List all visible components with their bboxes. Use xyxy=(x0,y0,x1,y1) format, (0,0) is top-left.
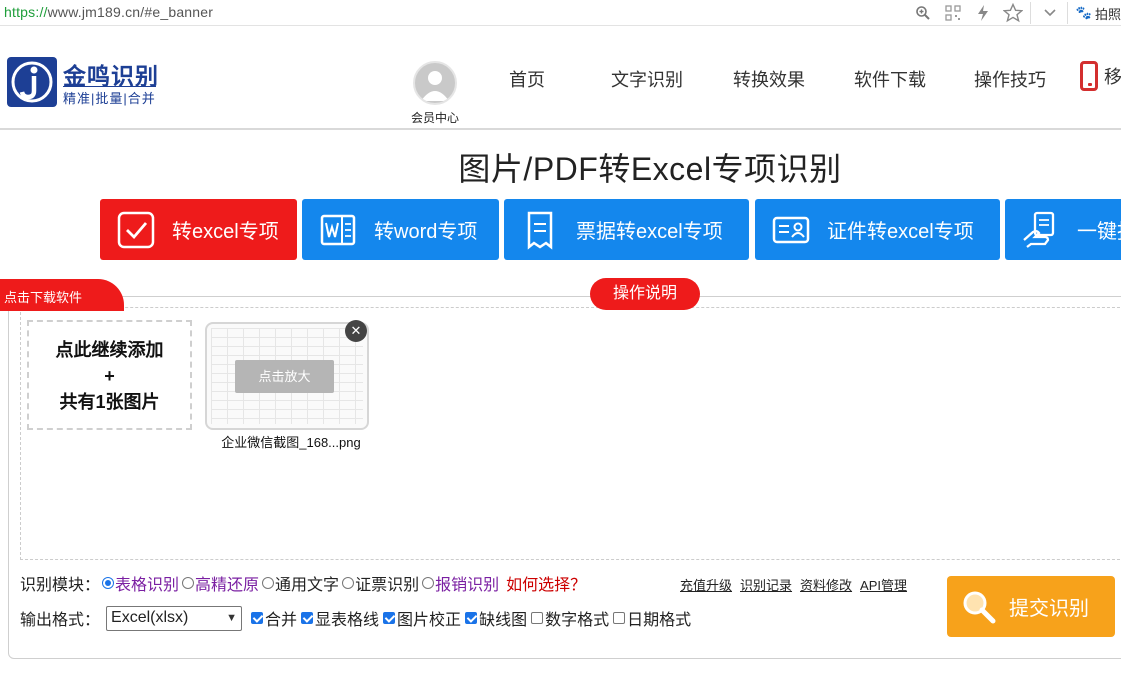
separator xyxy=(1066,2,1068,24)
separator xyxy=(1029,2,1031,24)
radio-dot xyxy=(342,577,355,589)
download-software-tab[interactable]: 点击下载软件 xyxy=(0,279,124,311)
radio-dot xyxy=(102,577,115,589)
nav-software-download[interactable]: 软件下载 xyxy=(854,66,926,92)
checkbox-number-format[interactable]: 数字格式 xyxy=(531,606,609,630)
add-more-images-button[interactable]: 点此继续添加 + 共有1张图片 xyxy=(27,320,192,430)
tab-label: 证件转excel专项 xyxy=(827,221,974,243)
radio-dot xyxy=(422,577,435,589)
how-to-choose-link[interactable]: 如何选择？ xyxy=(506,571,586,595)
image-count: 共有1张图片 xyxy=(59,392,160,412)
module-options: 识别模块： 表格识别 高精还原 通用文字 证票识别 报销识别 如何选择？ xyxy=(20,571,586,595)
logo-mark-icon xyxy=(7,57,57,107)
zoom-in-button[interactable]: 点击放大 xyxy=(235,360,334,393)
paw-icon: 🐾 xyxy=(1075,5,1092,20)
url-text[interactable]: https://www.jm189.cn/#e_banner xyxy=(4,4,213,20)
checkbox-box xyxy=(613,612,626,624)
account-links: 充值升级 识别记录 资料修改 API管理 xyxy=(680,575,915,594)
id-card-icon xyxy=(769,208,813,252)
avatar xyxy=(413,61,457,105)
chevron-down-icon: ▼ xyxy=(226,612,238,624)
checkbox-merge[interactable]: 合并 xyxy=(251,606,297,630)
nav-text-recognition[interactable]: 文字识别 xyxy=(611,66,683,92)
tab-word[interactable]: 转word专项 xyxy=(302,199,499,260)
tab-id-excel[interactable]: 证件转excel专项 xyxy=(755,199,1000,260)
checkbox-box xyxy=(383,612,396,624)
tab-ticket-excel[interactable]: 票据转excel专项 xyxy=(504,199,749,260)
checkbox-box xyxy=(251,612,264,624)
member-center-label: 会员中心 xyxy=(410,111,459,125)
nav-home[interactable]: 首页 xyxy=(509,66,545,92)
tab-label: 转excel专项 xyxy=(172,221,279,243)
member-center[interactable]: 会员中心 xyxy=(400,61,470,131)
check-square-icon xyxy=(114,208,158,252)
plus-sign: + xyxy=(104,366,115,386)
zoom-icon[interactable] xyxy=(912,2,934,24)
tab-label: 票据转excel专项 xyxy=(576,221,723,243)
browser-address-bar[interactable]: https://www.jm189.cn/#e_banner 🐾 拍照 xyxy=(0,0,1121,26)
add-more-label: 点此继续添加 xyxy=(55,340,164,360)
nav-mobile-label: 移 xyxy=(1104,67,1121,87)
hand-doc-icon xyxy=(1019,208,1063,252)
tab-excel[interactable]: 转excel专项 xyxy=(100,199,297,260)
radio-general-text[interactable]: 通用文字 xyxy=(262,571,339,595)
page-title: 图片/PDF转Excel专项识别 xyxy=(458,151,842,187)
format-select[interactable]: Excel(xlsx) ▼ xyxy=(106,605,243,631)
phone-icon xyxy=(1080,61,1098,91)
checkbox-box xyxy=(531,612,544,624)
radio-high-precision[interactable]: 高精还原 xyxy=(182,571,259,595)
radio-dot xyxy=(182,577,195,589)
file-name: 企业微信截图_168...png xyxy=(221,435,361,450)
submit-label: 提交识别 xyxy=(1009,598,1089,620)
checkbox-box xyxy=(301,612,314,624)
nav-tips[interactable]: 操作技巧 xyxy=(974,66,1046,92)
radio-table[interactable]: 表格识别 xyxy=(102,571,179,595)
extension-button[interactable]: 🐾 拍照 xyxy=(1076,4,1121,23)
tab-one-click[interactable]: 一键报 xyxy=(1005,199,1121,260)
checkbox-date-format[interactable]: 日期格式 xyxy=(613,606,691,630)
recharge-link[interactable]: 充值升级 xyxy=(680,575,732,594)
format-label: 输出格式： xyxy=(20,612,101,629)
ticket-icon xyxy=(518,208,562,252)
api-link[interactable]: API管理 xyxy=(860,575,907,594)
tab-label: 一键报 xyxy=(1077,221,1121,243)
radio-id-ticket[interactable]: 证票识别 xyxy=(342,571,419,595)
radio-reimbursement[interactable]: 报销识别 xyxy=(422,571,499,595)
submit-button[interactable]: 提交识别 xyxy=(947,576,1115,637)
radio-dot xyxy=(262,577,275,589)
word-icon xyxy=(316,208,360,252)
format-options: 输出格式： Excel(xlsx) ▼ 合并 显表格线 图片校正 缺线图 数字格式… xyxy=(20,605,695,631)
profile-link[interactable]: 资料修改 xyxy=(800,575,852,594)
nav-mobile[interactable]: 移 xyxy=(1080,61,1121,91)
checkbox-image-correction[interactable]: 图片校正 xyxy=(383,606,461,630)
module-label: 识别模块： xyxy=(20,577,101,594)
magnifier-icon xyxy=(961,589,997,625)
browser-icons: 🐾 拍照 xyxy=(904,2,1121,24)
checkbox-box xyxy=(465,612,478,624)
checkbox-table-lines[interactable]: 显表格线 xyxy=(301,606,379,630)
chevron-down-icon[interactable] xyxy=(1039,2,1061,24)
instructions-button[interactable]: 操作说明 xyxy=(590,278,700,310)
qr-icon[interactable] xyxy=(942,2,964,24)
tab-label: 转word专项 xyxy=(374,221,478,243)
nav-conversion-results[interactable]: 转换效果 xyxy=(733,66,805,92)
close-icon[interactable]: ✕ xyxy=(345,320,367,342)
checkbox-missing-lines[interactable]: 缺线图 xyxy=(465,606,527,630)
site-header: 金鸣识别 精准|批量|合并 会员中心 首页 文字识别 转换效果 软件下载 操作技… xyxy=(0,26,1121,130)
logo-subtitle: 精准|批量|合并 xyxy=(63,86,156,107)
star-icon[interactable] xyxy=(1002,2,1024,24)
lightning-icon[interactable] xyxy=(972,2,994,24)
history-link[interactable]: 识别记录 xyxy=(740,575,792,594)
image-thumbnail[interactable]: 点击放大 xyxy=(205,322,369,430)
site-logo[interactable]: 金鸣识别 精准|批量|合并 xyxy=(7,56,177,108)
